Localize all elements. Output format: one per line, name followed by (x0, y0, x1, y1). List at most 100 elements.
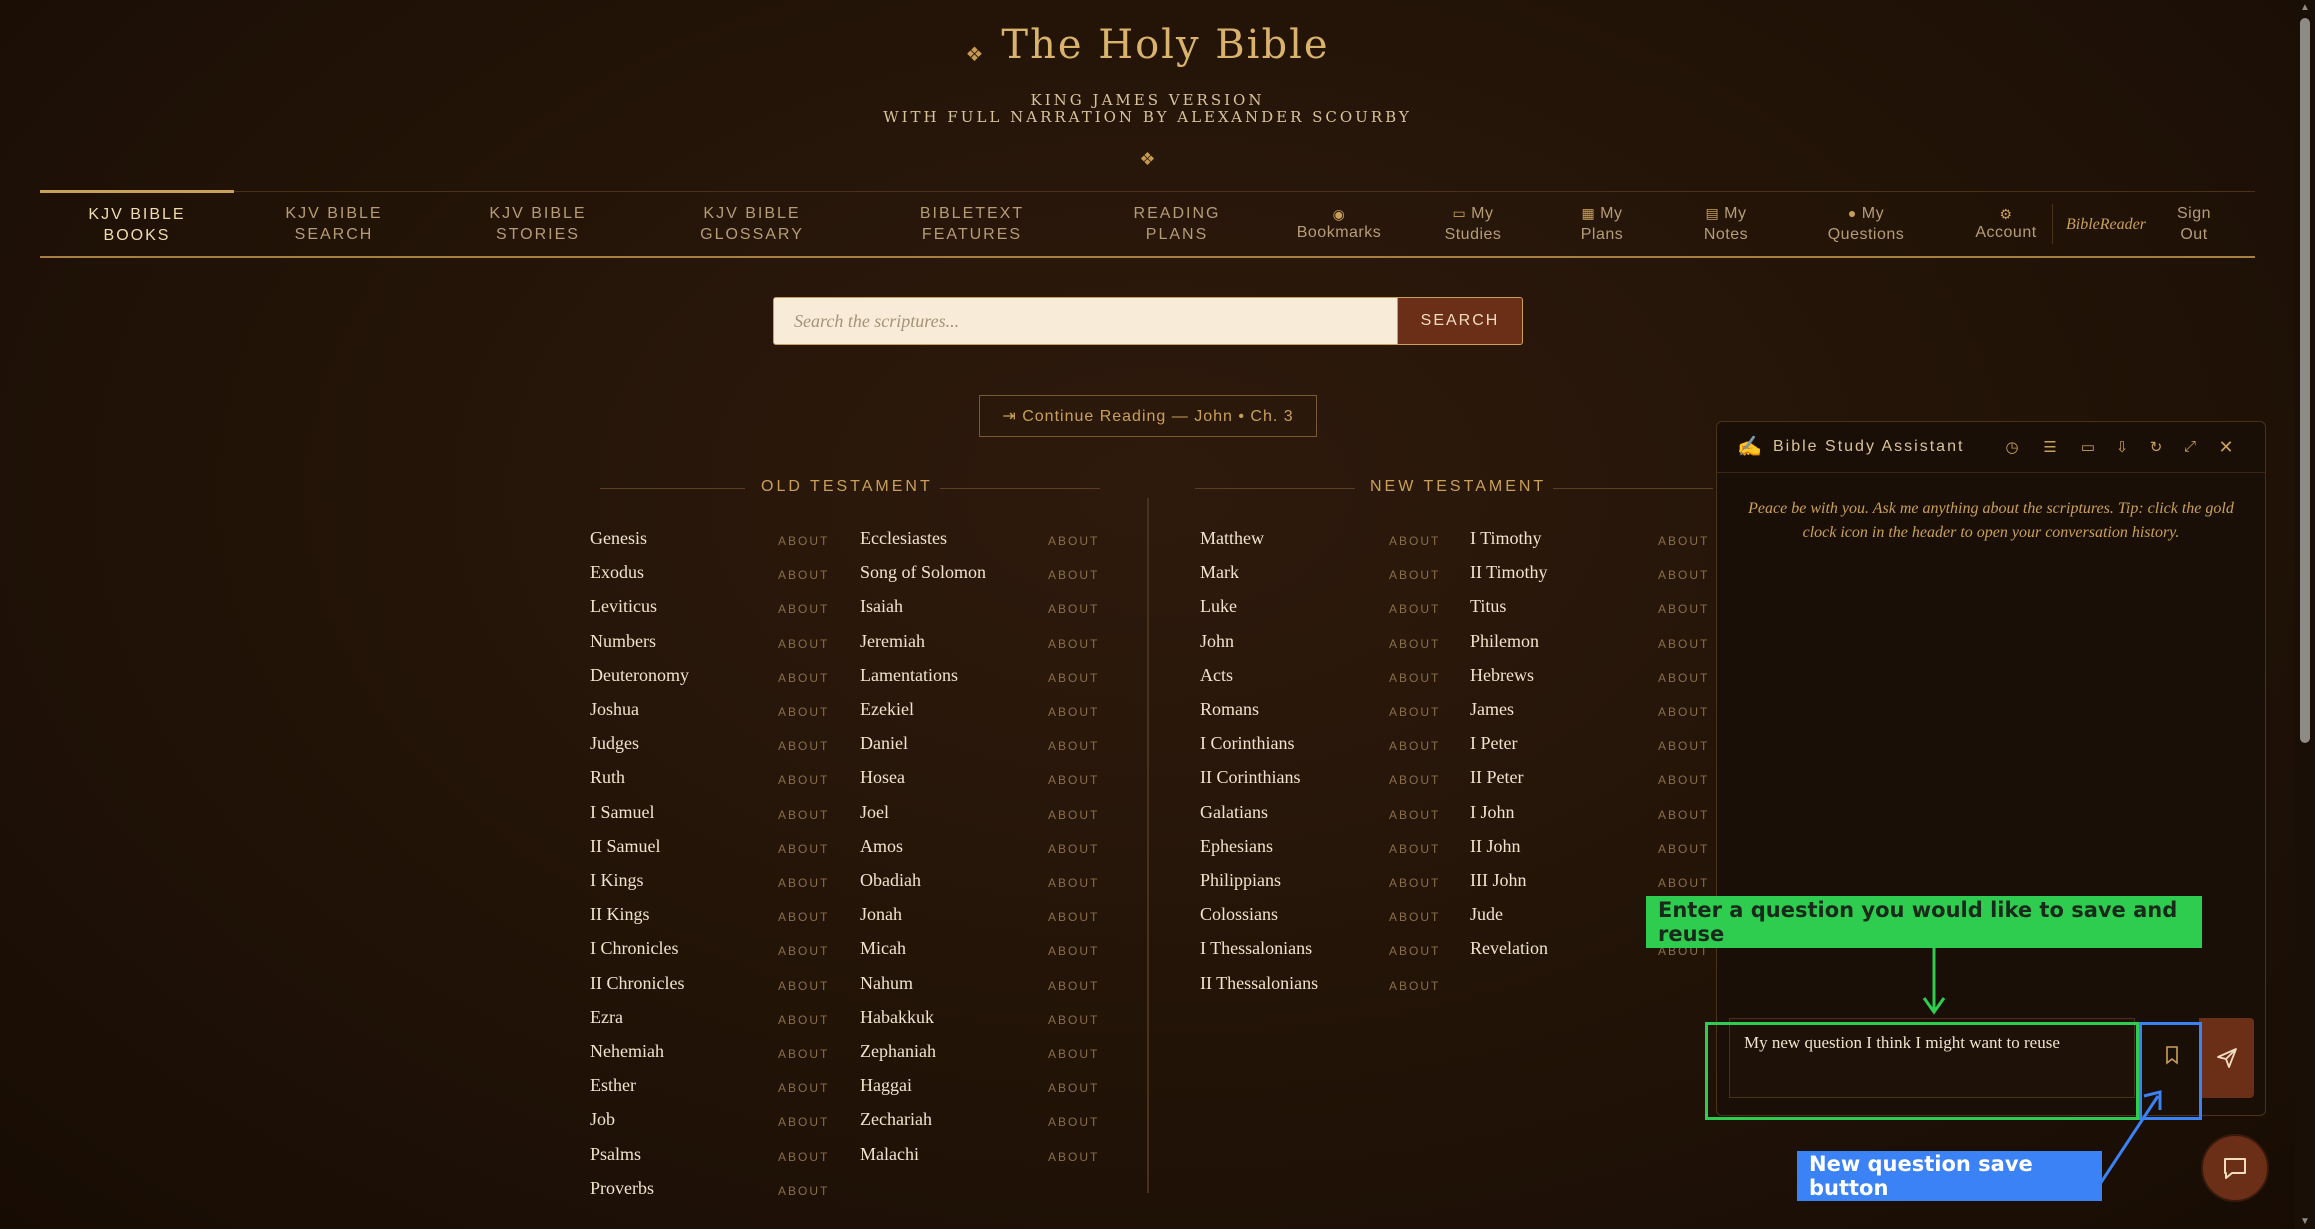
list-icon[interactable]: ☰ (2039, 436, 2061, 458)
book-link[interactable]: Deuteronomy (590, 665, 689, 686)
about-book-link[interactable]: ABOUT (1389, 705, 1440, 719)
about-book-link[interactable]: ABOUT (778, 637, 829, 651)
book-link[interactable]: Genesis (590, 528, 647, 549)
book-link[interactable]: Titus (1470, 596, 1506, 617)
about-book-link[interactable]: ABOUT (1048, 876, 1099, 890)
book-link[interactable]: I Thessalonians (1200, 938, 1312, 959)
about-book-link[interactable]: ABOUT (778, 534, 829, 548)
book-link[interactable]: Esther (590, 1075, 636, 1096)
about-book-link[interactable]: ABOUT (1389, 568, 1440, 582)
book-link[interactable]: II John (1470, 836, 1521, 857)
nav-bookmarks[interactable]: ◉ Bookmarks (1272, 192, 1406, 256)
book-link[interactable]: Leviticus (590, 596, 657, 617)
book-link[interactable]: Isaiah (860, 596, 903, 617)
nav-brand-link[interactable]: BibleReader (2058, 192, 2154, 256)
about-book-link[interactable]: ABOUT (1389, 773, 1440, 787)
book-link[interactable]: II Timothy (1470, 562, 1548, 583)
book-link[interactable]: I John (1470, 802, 1515, 823)
about-book-link[interactable]: ABOUT (778, 671, 829, 685)
monitor-icon[interactable]: ▭ (2077, 436, 2099, 458)
about-book-link[interactable]: ABOUT (1658, 671, 1709, 685)
nav-kjv-bible-search[interactable]: KJV BIBLE SEARCH (234, 192, 434, 256)
about-book-link[interactable]: ABOUT (1389, 876, 1440, 890)
book-link[interactable]: I Timothy (1470, 528, 1542, 549)
about-book-link[interactable]: ABOUT (778, 1184, 829, 1198)
about-book-link[interactable]: ABOUT (1658, 534, 1709, 548)
about-book-link[interactable]: ABOUT (1048, 739, 1099, 753)
about-book-link[interactable]: ABOUT (1389, 602, 1440, 616)
about-book-link[interactable]: ABOUT (1048, 1150, 1099, 1164)
about-book-link[interactable]: ABOUT (778, 944, 829, 958)
clock-history-icon[interactable]: ◷ (2001, 436, 2023, 458)
about-book-link[interactable]: ABOUT (1389, 671, 1440, 685)
close-icon[interactable]: ✕ (2215, 436, 2237, 458)
book-link[interactable]: Matthew (1200, 528, 1264, 549)
about-book-link[interactable]: ABOUT (1048, 979, 1099, 993)
about-book-link[interactable]: ABOUT (1658, 602, 1709, 616)
about-book-link[interactable]: ABOUT (1658, 637, 1709, 651)
about-book-link[interactable]: ABOUT (1048, 534, 1099, 548)
book-link[interactable]: Malachi (860, 1144, 919, 1165)
book-link[interactable]: Daniel (860, 733, 908, 754)
about-book-link[interactable]: ABOUT (1048, 1081, 1099, 1095)
about-book-link[interactable]: ABOUT (778, 773, 829, 787)
book-link[interactable]: II Corinthians (1200, 767, 1301, 788)
book-link[interactable]: Numbers (590, 631, 656, 652)
book-link[interactable]: Lamentations (860, 665, 958, 686)
download-icon[interactable]: ⇩ (2111, 436, 2133, 458)
book-link[interactable]: Amos (860, 836, 903, 857)
book-link[interactable]: Micah (860, 938, 906, 959)
book-link[interactable]: II Kings (590, 904, 650, 925)
nav-sign-out[interactable]: Sign Out (2154, 192, 2234, 256)
book-link[interactable]: Habakkuk (860, 1007, 934, 1028)
book-link[interactable]: Nahum (860, 973, 913, 994)
book-link[interactable]: I Samuel (590, 802, 655, 823)
scrollbar-thumb[interactable] (2300, 18, 2310, 743)
about-book-link[interactable]: ABOUT (778, 568, 829, 582)
nav-my-plans[interactable]: ▦ My Plans (1540, 192, 1664, 256)
book-link[interactable]: I Kings (590, 870, 644, 891)
about-book-link[interactable]: ABOUT (1048, 1047, 1099, 1061)
book-link[interactable]: Judges (590, 733, 639, 754)
book-link[interactable]: I Chronicles (590, 938, 678, 959)
about-book-link[interactable]: ABOUT (1389, 739, 1440, 753)
book-link[interactable]: Jeremiah (860, 631, 925, 652)
about-book-link[interactable]: ABOUT (1658, 739, 1709, 753)
book-link[interactable]: Ruth (590, 767, 625, 788)
about-book-link[interactable]: ABOUT (778, 1013, 829, 1027)
about-book-link[interactable]: ABOUT (778, 979, 829, 993)
about-book-link[interactable]: ABOUT (1658, 842, 1709, 856)
book-link[interactable]: Joshua (590, 699, 639, 720)
book-link[interactable]: Nehemiah (590, 1041, 664, 1062)
about-book-link[interactable]: ABOUT (778, 842, 829, 856)
page-scrollbar[interactable]: ▲ ▼ (2295, 0, 2315, 1229)
about-book-link[interactable]: ABOUT (1048, 842, 1099, 856)
about-book-link[interactable]: ABOUT (778, 705, 829, 719)
about-book-link[interactable]: ABOUT (1048, 944, 1099, 958)
book-link[interactable]: Song of Solomon (860, 562, 986, 583)
book-link[interactable]: Obadiah (860, 870, 921, 891)
about-book-link[interactable]: ABOUT (1389, 944, 1440, 958)
book-link[interactable]: Proverbs (590, 1178, 654, 1199)
book-link[interactable]: Romans (1200, 699, 1259, 720)
book-link[interactable]: II Peter (1470, 767, 1523, 788)
about-book-link[interactable]: ABOUT (1658, 568, 1709, 582)
book-link[interactable]: II Chronicles (590, 973, 684, 994)
book-link[interactable]: Joel (860, 802, 889, 823)
book-link[interactable]: James (1470, 699, 1514, 720)
about-book-link[interactable]: ABOUT (1048, 671, 1099, 685)
book-link[interactable]: Haggai (860, 1075, 912, 1096)
about-book-link[interactable]: ABOUT (1389, 842, 1440, 856)
chat-toggle-button[interactable] (2201, 1134, 2269, 1202)
book-link[interactable]: II Thessalonians (1200, 973, 1318, 994)
nav-account[interactable]: ⚙ Account (1944, 192, 2068, 256)
book-link[interactable]: Hosea (860, 767, 905, 788)
book-link[interactable]: Luke (1200, 596, 1237, 617)
nav-bibletext-features[interactable]: BIBLETEXT FEATURES (862, 192, 1082, 256)
book-link[interactable]: Jude (1470, 904, 1503, 925)
send-button[interactable] (2199, 1018, 2254, 1098)
book-link[interactable]: Jonah (860, 904, 902, 925)
book-link[interactable]: Zechariah (860, 1109, 932, 1130)
book-link[interactable]: Colossians (1200, 904, 1278, 925)
about-book-link[interactable]: ABOUT (778, 1150, 829, 1164)
